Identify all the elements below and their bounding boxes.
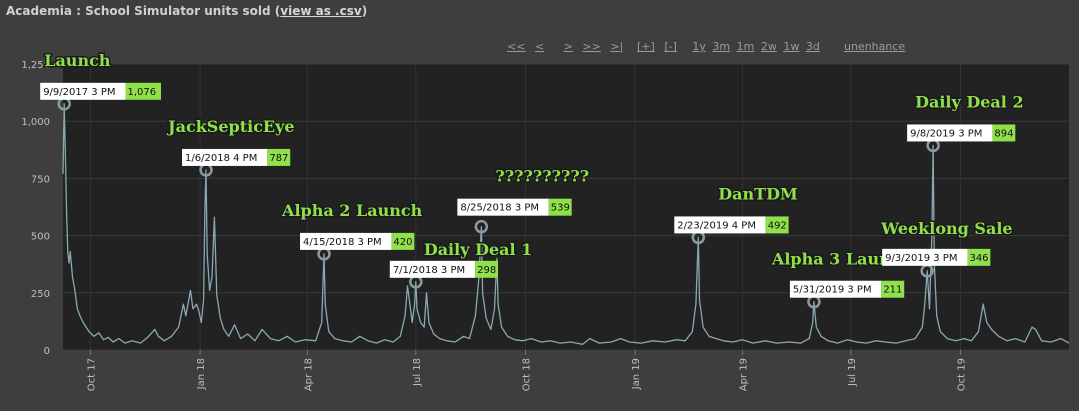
x-tick-label: Apr 19 [738,358,749,391]
annotation-value: 539 [551,203,570,214]
annotation-title: Launch [44,51,111,70]
annotation-title: Daily Deal 2 [915,92,1023,111]
annotation-date: 7/1/2018 3 PM [393,265,465,276]
annotation-date: 1/6/2018 4 PM [185,153,257,164]
y-tick-label: 1,000 [21,117,50,128]
annotation-date: 5/31/2019 3 PM [793,285,872,296]
x-tick-label: Jul 18 [412,358,423,387]
annotation-date: 9/9/2017 3 PM [43,87,115,98]
annotation-date: 9/3/2019 3 PM [885,253,957,264]
x-tick-label: Jul 19 [847,358,858,387]
annotation-date: 4/15/2018 3 PM [303,237,382,248]
y-tick-label: 0 [44,346,50,357]
y-tick-label: 250 [31,289,50,300]
annotation-value: 787 [269,153,288,164]
annotation-title: Weeklong Sale [880,219,1012,238]
annotation-date: 2/23/2019 4 PM [677,220,756,231]
annotation-value: 492 [768,220,787,231]
x-tick-label: Jan 18 [196,358,207,390]
x-tick-label: Apr 18 [303,358,314,391]
units-sold-chart[interactable]: 02505007501,0001,250 Oct 17 Jan 18 Apr 18 J… [0,0,1079,411]
annotation-value: 298 [477,265,496,276]
annotation-title: Daily Deal 1 [424,240,532,259]
annotation-title: DanTDM [718,184,797,203]
y-tick-label: 500 [31,232,50,243]
annotation-value: 346 [969,253,988,264]
x-tick-label: Oct 19 [957,358,968,391]
x-tick-label: Oct 17 [86,358,97,391]
annotation-title: JackSepticEye [166,117,295,136]
annotation-date: 8/25/2018 3 PM [460,203,539,214]
y-tick-label: 750 [31,174,50,185]
x-tick-label: Oct 18 [521,358,532,391]
annotation-title: Alpha 2 Launch [281,201,423,220]
x-tick-label: Jan 19 [631,358,642,390]
annotation-value: 211 [883,285,902,296]
annotation-date: 9/8/2019 3 PM [910,128,982,139]
annotation-value: 894 [994,128,1013,139]
annotation-title: ?????????? [495,167,589,186]
annotation-value: 420 [393,237,412,248]
annotation-value: 1,076 [127,87,156,98]
